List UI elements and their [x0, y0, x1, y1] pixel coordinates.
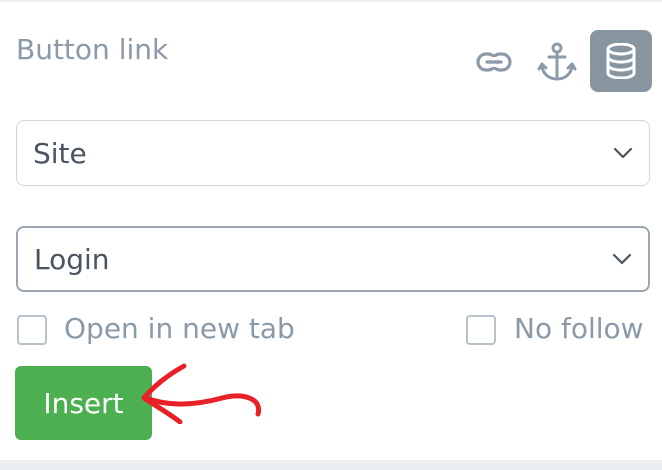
insert-button[interactable]: Insert — [15, 366, 152, 440]
button-link-panel: Button link Site Login Open in new tab N… — [0, 0, 662, 460]
open-new-tab-label: Open in new tab — [64, 312, 295, 345]
anchor-icon[interactable] — [537, 42, 577, 82]
page-select[interactable]: Login — [16, 226, 650, 292]
chevron-down-icon — [612, 253, 632, 265]
database-icon — [606, 43, 636, 79]
page-select-value: Login — [34, 242, 110, 276]
database-link-button[interactable] — [590, 30, 652, 92]
annotation-arrow — [141, 363, 262, 424]
site-select[interactable]: Site — [16, 120, 650, 186]
chevron-down-icon — [613, 147, 633, 159]
section-title: Button link — [16, 33, 169, 66]
no-follow-checkbox[interactable] — [466, 315, 496, 345]
link-icon[interactable] — [474, 46, 514, 78]
panel-bottom-edge — [0, 460, 662, 470]
open-new-tab-checkbox[interactable] — [17, 315, 47, 345]
site-select-value: Site — [33, 136, 87, 170]
no-follow-label: No follow — [514, 312, 644, 345]
